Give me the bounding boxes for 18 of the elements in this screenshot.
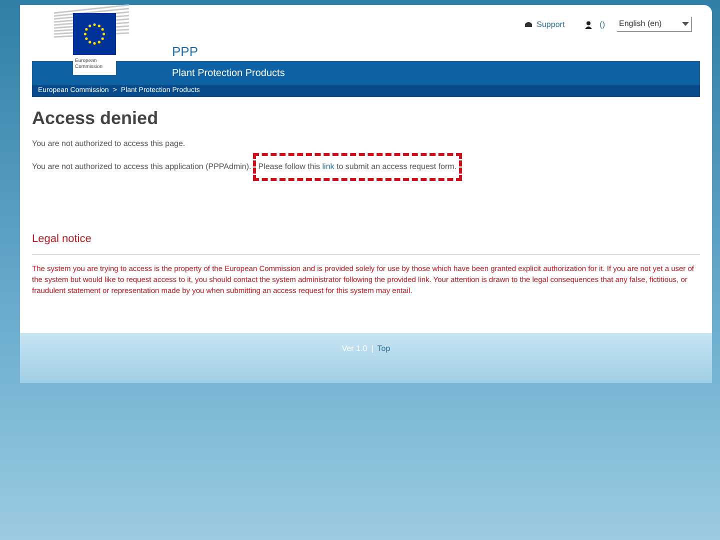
support-link[interactable]: Support (524, 18, 565, 30)
support-icon (524, 21, 533, 28)
flag-icon (73, 13, 116, 55)
top-link[interactable]: Top (377, 343, 390, 383)
message-text: You are not authorized to access this application (PPPAdmin). (32, 161, 252, 173)
user-icon (584, 20, 592, 28)
request-instruction: Please follow this link to submit an access request form. (258, 162, 457, 171)
version-text: Ver 1.0 (342, 343, 368, 355)
site-acronym: PPP (172, 45, 198, 61)
user-link[interactable]: () (584, 18, 605, 30)
site-title: Plant Protection Products (172, 66, 285, 80)
footer-separator: | (371, 343, 374, 355)
message-text: You are not authorized to access this page. (32, 138, 186, 150)
legal-heading: Legal notice (32, 231, 700, 254)
page-heading: Access denied (32, 107, 160, 130)
request-link[interactable]: link (322, 162, 334, 171)
caret-icon (682, 22, 689, 26)
language-select[interactable]: English (en) (617, 17, 692, 32)
